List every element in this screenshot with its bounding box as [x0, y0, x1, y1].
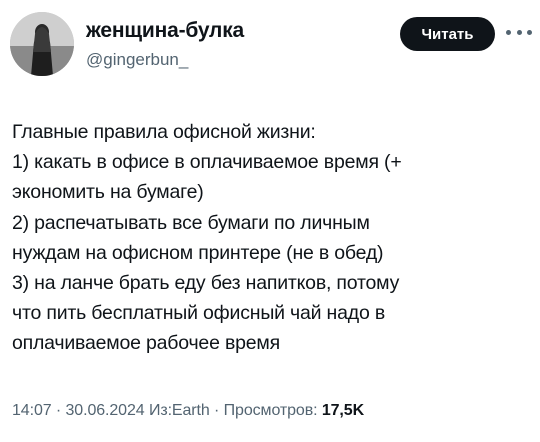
avatar-photo	[10, 12, 74, 76]
avatar[interactable]	[10, 12, 74, 76]
tweet-text-line: Главные правила офисной жизни:	[12, 121, 316, 143]
meta-separator: ·	[55, 402, 62, 419]
follow-button[interactable]: Читать	[400, 17, 495, 51]
tweet-date[interactable]: 30.06.2024	[66, 402, 145, 419]
more-dot	[527, 29, 532, 35]
tweet-source: Из:Earth	[148, 402, 210, 419]
meta-separator: ·	[214, 402, 220, 419]
views-label: Просмотров:	[223, 402, 318, 419]
tweet-text-line: 2) распечатывать все бумаги по личным	[12, 211, 370, 234]
tweet-time[interactable]: 14:07	[12, 402, 52, 419]
tweet-text-line: экономить на бумаге)	[12, 181, 204, 204]
more-dot	[506, 29, 511, 35]
tweet-meta: 14:07 · 30.06.2024 Из:Earth · Просмотров…	[12, 402, 364, 420]
tweet-text-line: 3) на ланче брать еду без напитков, пото…	[12, 272, 400, 295]
more-horizontal-icon[interactable]	[506, 22, 532, 42]
more-dot	[516, 29, 522, 35]
author-display-name[interactable]: женщина-булка	[86, 19, 244, 43]
tweet-card: женщина-булка @gingerbun_ Читать Главные…	[0, 0, 540, 442]
tweet-text-line: оплачиваемое рабочее время	[12, 332, 280, 355]
tweet-text-line: 1) какать в офисе в оплачиваемое время (…	[12, 151, 402, 174]
views-count[interactable]: 17,5K	[322, 402, 364, 419]
tweet-text-line: нуждам на офисном принтере (не в обед)	[12, 241, 384, 264]
tweet-text-line: что пить бесплатный офисный чай надо в	[12, 302, 385, 325]
tweet-text: Главные правила офисной жизни: 1) какать…	[12, 117, 532, 359]
author-handle[interactable]: @gingerbun_	[86, 50, 188, 70]
